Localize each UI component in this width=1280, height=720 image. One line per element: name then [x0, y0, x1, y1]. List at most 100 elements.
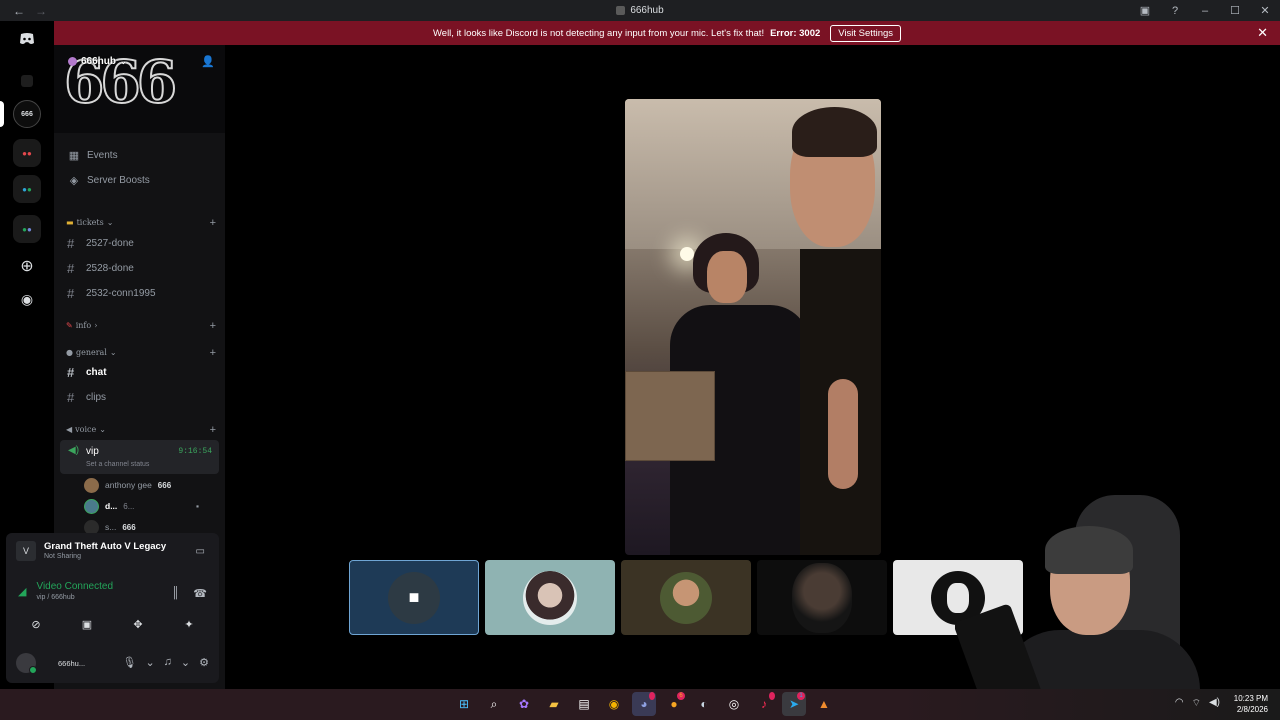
channel-clips[interactable]: # clips	[62, 386, 219, 408]
server-name[interactable]: 666hub ⌄	[68, 56, 127, 67]
avatar	[792, 562, 852, 633]
wifi-icon[interactable]: ⌔	[1192, 697, 1201, 710]
search-icon[interactable]: ⌕	[482, 692, 506, 716]
face	[707, 251, 747, 303]
set-channel-status[interactable]: Set a channel status	[86, 461, 149, 468]
participant-tile[interactable]	[485, 560, 615, 635]
server-folder-icon[interactable]: ●●	[13, 175, 41, 203]
category-label: tickets	[76, 218, 104, 227]
user-avatar[interactable]	[16, 653, 37, 674]
pin-icon: ✎	[66, 321, 73, 330]
server-folder-icon[interactable]: ●●	[13, 215, 41, 243]
boosts-label: Server Boosts	[87, 174, 150, 186]
invite-people-icon[interactable]: 👤	[201, 55, 215, 68]
window-title-text: 666hub	[630, 5, 664, 16]
app-icon[interactable]: ▲	[812, 692, 836, 716]
file-explorer-icon[interactable]: ▰	[542, 692, 566, 716]
chevron-down-icon: ⌄	[106, 218, 114, 227]
add-channel-icon[interactable]: +	[210, 424, 216, 436]
voice-channel-vip[interactable]: ◀) vip 9:16:54 Set a channel status	[60, 440, 219, 474]
discord-home-icon[interactable]	[13, 25, 41, 53]
user-name[interactable]: 666hu...	[58, 659, 85, 668]
chevron-down-icon[interactable]: ⌄	[145, 656, 154, 669]
video-camera-icon: ▪	[196, 501, 200, 511]
chrome-icon[interactable]: ◉	[602, 692, 626, 716]
tiktok-icon[interactable]: ♪	[752, 692, 776, 716]
banner-close-icon[interactable]: ✕	[1257, 25, 1268, 41]
banner-message: Well, it looks like Discord is not detec…	[432, 27, 765, 39]
channel-label: clips	[86, 391, 107, 403]
server-folder-icon[interactable]: ●●	[13, 139, 41, 167]
focused-video-feed[interactable]	[625, 99, 881, 555]
copilot-icon[interactable]: ✿	[512, 692, 536, 716]
visit-settings-button[interactable]: Visit Settings	[830, 24, 902, 42]
voice-connected-sub[interactable]: vip / 666hub	[36, 594, 113, 601]
hash-icon: #	[67, 364, 75, 380]
headphones-icon[interactable]: ♫	[164, 656, 172, 669]
volume-icon[interactable]: ◀)	[1209, 697, 1220, 710]
add-channel-icon[interactable]: +	[210, 320, 216, 332]
server-666hub-icon[interactable]: 666	[13, 100, 41, 128]
category-general[interactable]: ● general ⌄ +	[66, 347, 216, 359]
voice-user[interactable]: d... 6... ▪	[84, 497, 199, 515]
noise-suppression-icon[interactable]: ║	[172, 587, 180, 600]
add-channel-icon[interactable]: +	[210, 347, 216, 359]
discover-icon[interactable]: ◉	[13, 285, 41, 313]
camera-off-icon[interactable]: ⊘	[14, 613, 58, 635]
game-status: Not Sharing	[44, 553, 81, 560]
microphone-icon[interactable]: 🎙	[122, 656, 136, 669]
category-voice[interactable]: ◀ voice ⌄ +	[66, 424, 216, 436]
participant-strip: ■	[349, 560, 1023, 635]
participant-tile[interactable]	[621, 560, 751, 635]
discord-taskbar-icon[interactable]: ◕	[632, 692, 656, 716]
system-tray: ◠ ⌔ ◀)	[1175, 697, 1220, 710]
close-icon[interactable]: ✕	[1250, 4, 1280, 17]
participant-tile[interactable]	[757, 560, 887, 635]
events-item[interactable]: ▦ Events	[62, 144, 219, 166]
notification-badge	[769, 692, 775, 700]
avatar	[660, 571, 712, 624]
game-title: Grand Theft Auto V Legacy	[44, 541, 167, 552]
soundboard-icon[interactable]: ✦	[167, 613, 211, 635]
add-server-icon[interactable]: ⊕	[13, 252, 41, 280]
stream-game-icon[interactable]: ▭	[196, 546, 205, 557]
store-icon[interactable]: ▤	[572, 692, 596, 716]
maximize-icon[interactable]: ☐	[1220, 4, 1250, 17]
category-label: general	[75, 348, 107, 357]
taskbar-clock[interactable]: 10:23 PM 2/8/2026	[1234, 693, 1268, 715]
category-tickets[interactable]: ▬ tickets ⌄ +	[66, 217, 216, 229]
arm	[828, 379, 858, 489]
forward-arrow-icon[interactable]: →	[34, 4, 48, 18]
category-label: info	[75, 321, 92, 330]
dm-icon[interactable]	[13, 67, 41, 95]
channel-label: chat	[86, 366, 107, 378]
activities-icon[interactable]: ✥	[116, 613, 160, 635]
steam-icon[interactable]: ◐	[692, 692, 716, 716]
network-icon[interactable]: ◠	[1175, 697, 1184, 710]
server-boosts-item[interactable]: ◈ Server Boosts	[62, 169, 219, 191]
chevron-down-icon[interactable]: ⌄	[181, 656, 190, 669]
screen-share-icon[interactable]: ▣	[65, 613, 109, 635]
voice-user[interactable]: anthony gee 666	[84, 476, 171, 494]
windows-start-icon[interactable]: ⊞	[452, 692, 476, 716]
inbox-icon[interactable]: ▣	[1130, 4, 1160, 17]
telegram-icon[interactable]: ➤ 1	[782, 692, 806, 716]
help-icon[interactable]: ?	[1160, 5, 1190, 17]
app-icon[interactable]: ● 6	[662, 692, 686, 716]
obs-icon[interactable]: ◎	[722, 692, 746, 716]
taskbar-apps: ⊞ ⌕ ✿ ▰ ▤ ◉ ◕ ● 6 ◐ ◎ ♪ ➤ 1 ▲	[452, 692, 836, 716]
back-arrow-icon[interactable]: ←	[12, 4, 26, 18]
server-header[interactable]: 666 666hub ⌄ 👤	[54, 45, 225, 133]
minimize-icon[interactable]: –	[1190, 5, 1220, 17]
voice-connected-title[interactable]: Video Connected	[36, 581, 113, 592]
gear-icon[interactable]: ⚙	[199, 656, 209, 669]
signal-icon[interactable]: ◢	[18, 585, 26, 598]
category-info[interactable]: ✎ info › +	[66, 320, 216, 332]
participant-tile[interactable]: ■	[349, 560, 479, 635]
add-channel-icon[interactable]: +	[210, 217, 216, 229]
channel-chat[interactable]: # chat	[62, 361, 219, 383]
channel-2528-done[interactable]: # 2528-done	[62, 257, 219, 279]
channel-2527-done[interactable]: # 2527-done	[62, 232, 219, 254]
channel-2532-conn1995[interactable]: # 2532-conn1995	[62, 282, 219, 304]
disconnect-icon[interactable]: ☎	[193, 587, 207, 600]
